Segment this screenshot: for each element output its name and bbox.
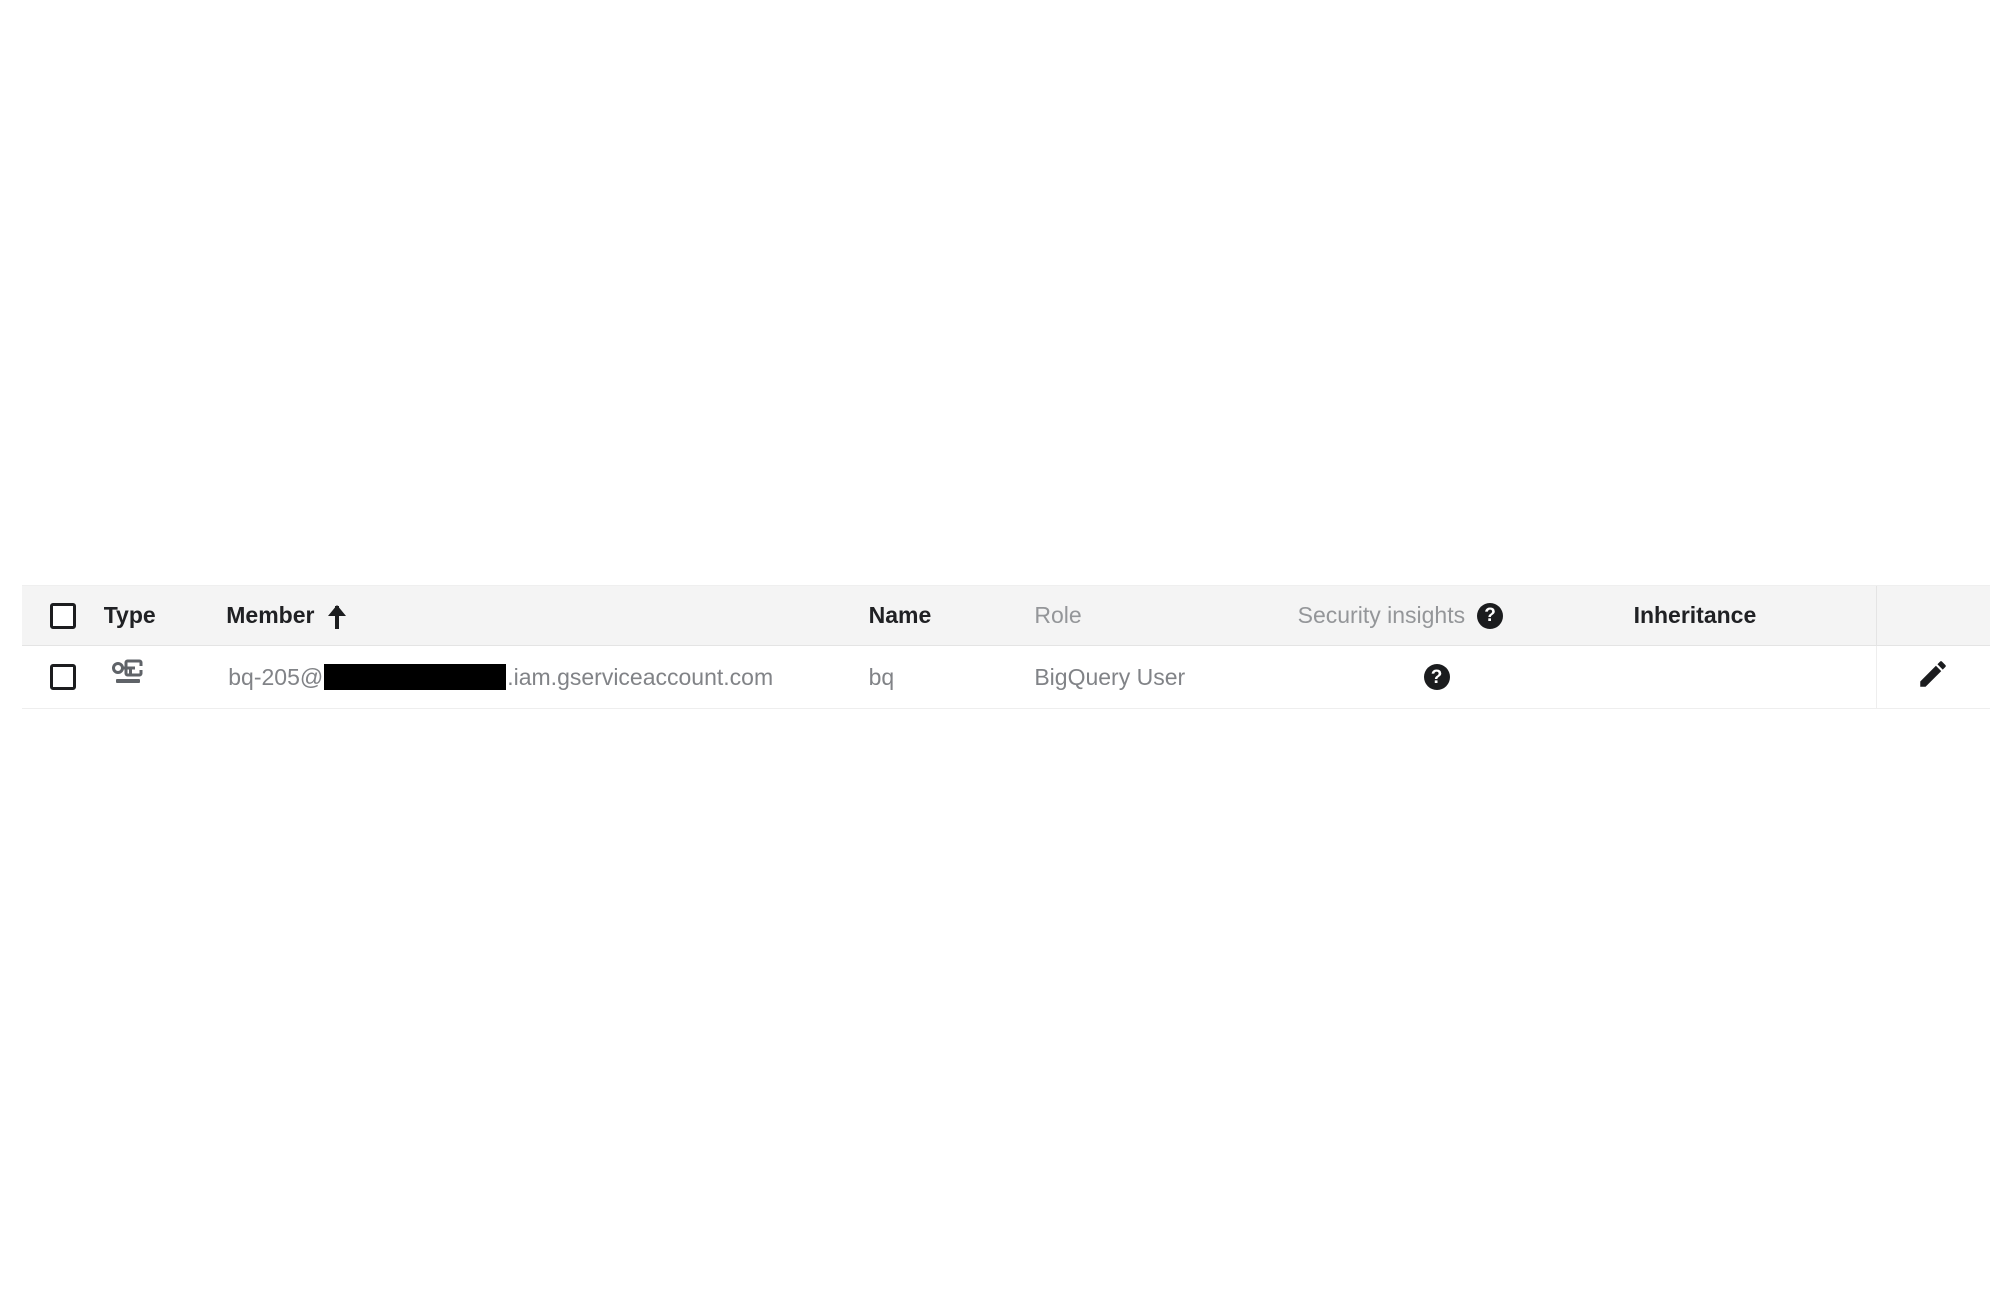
row-inheritance-cell: [1633, 645, 1877, 709]
column-header-member-label: Member: [226, 602, 315, 628]
row-select-cell: [22, 645, 104, 709]
column-header-security-insights[interactable]: Security insights ?: [1297, 585, 1634, 646]
column-header-inheritance[interactable]: Inheritance: [1633, 585, 1877, 646]
edit-pencil-icon[interactable]: [1916, 657, 1950, 697]
service-account-key-icon: [111, 659, 146, 695]
help-circle-icon[interactable]: ?: [1423, 664, 1450, 690]
column-header-actions: [1875, 585, 1990, 646]
sort-ascending-arrow-icon[interactable]: [326, 603, 348, 629]
table-row[interactable]: bq-205@ .iam.gserviceaccount.com bq BigQ…: [22, 645, 1990, 709]
select-all-checkbox[interactable]: [49, 602, 76, 629]
column-header-type-label: Type: [103, 602, 156, 628]
row-role-cell: BigQuery User: [1034, 645, 1298, 709]
member-suffix: .iam.gserviceaccount.com: [507, 663, 774, 690]
select-all-header-cell: [22, 585, 104, 646]
column-header-name[interactable]: Name: [868, 585, 1035, 646]
edit-member-button[interactable]: [1877, 657, 1990, 697]
row-type-cell: [103, 645, 227, 709]
help-circle-icon[interactable]: ?: [1477, 602, 1504, 629]
column-header-type[interactable]: Type: [103, 585, 227, 646]
row-member-cell: bq-205@ .iam.gserviceaccount.com: [226, 645, 869, 709]
column-header-security-insights-label: Security insights: [1297, 602, 1466, 628]
permissions-table: Type Member Name Role Security insights …: [22, 585, 1990, 709]
member-redacted-block: [324, 664, 507, 690]
row-name-cell: bq: [868, 645, 1035, 709]
column-header-name-label: Name: [868, 602, 932, 628]
member-prefix: bq-205@: [228, 663, 324, 690]
column-header-role-label: Role: [1034, 602, 1082, 628]
row-checkbox[interactable]: [49, 664, 76, 690]
row-checkbox-wrapper[interactable]: [22, 646, 104, 708]
column-header-inheritance-label: Inheritance: [1633, 602, 1757, 628]
column-header-member[interactable]: Member: [226, 585, 869, 646]
row-actions-cell: [1875, 645, 1990, 709]
column-header-role[interactable]: Role: [1034, 585, 1298, 646]
row-security-insights-cell: ?: [1297, 645, 1634, 709]
select-all-checkbox-wrapper[interactable]: [22, 586, 104, 645]
table-header-row: Type Member Name Role Security insights …: [22, 585, 1990, 646]
